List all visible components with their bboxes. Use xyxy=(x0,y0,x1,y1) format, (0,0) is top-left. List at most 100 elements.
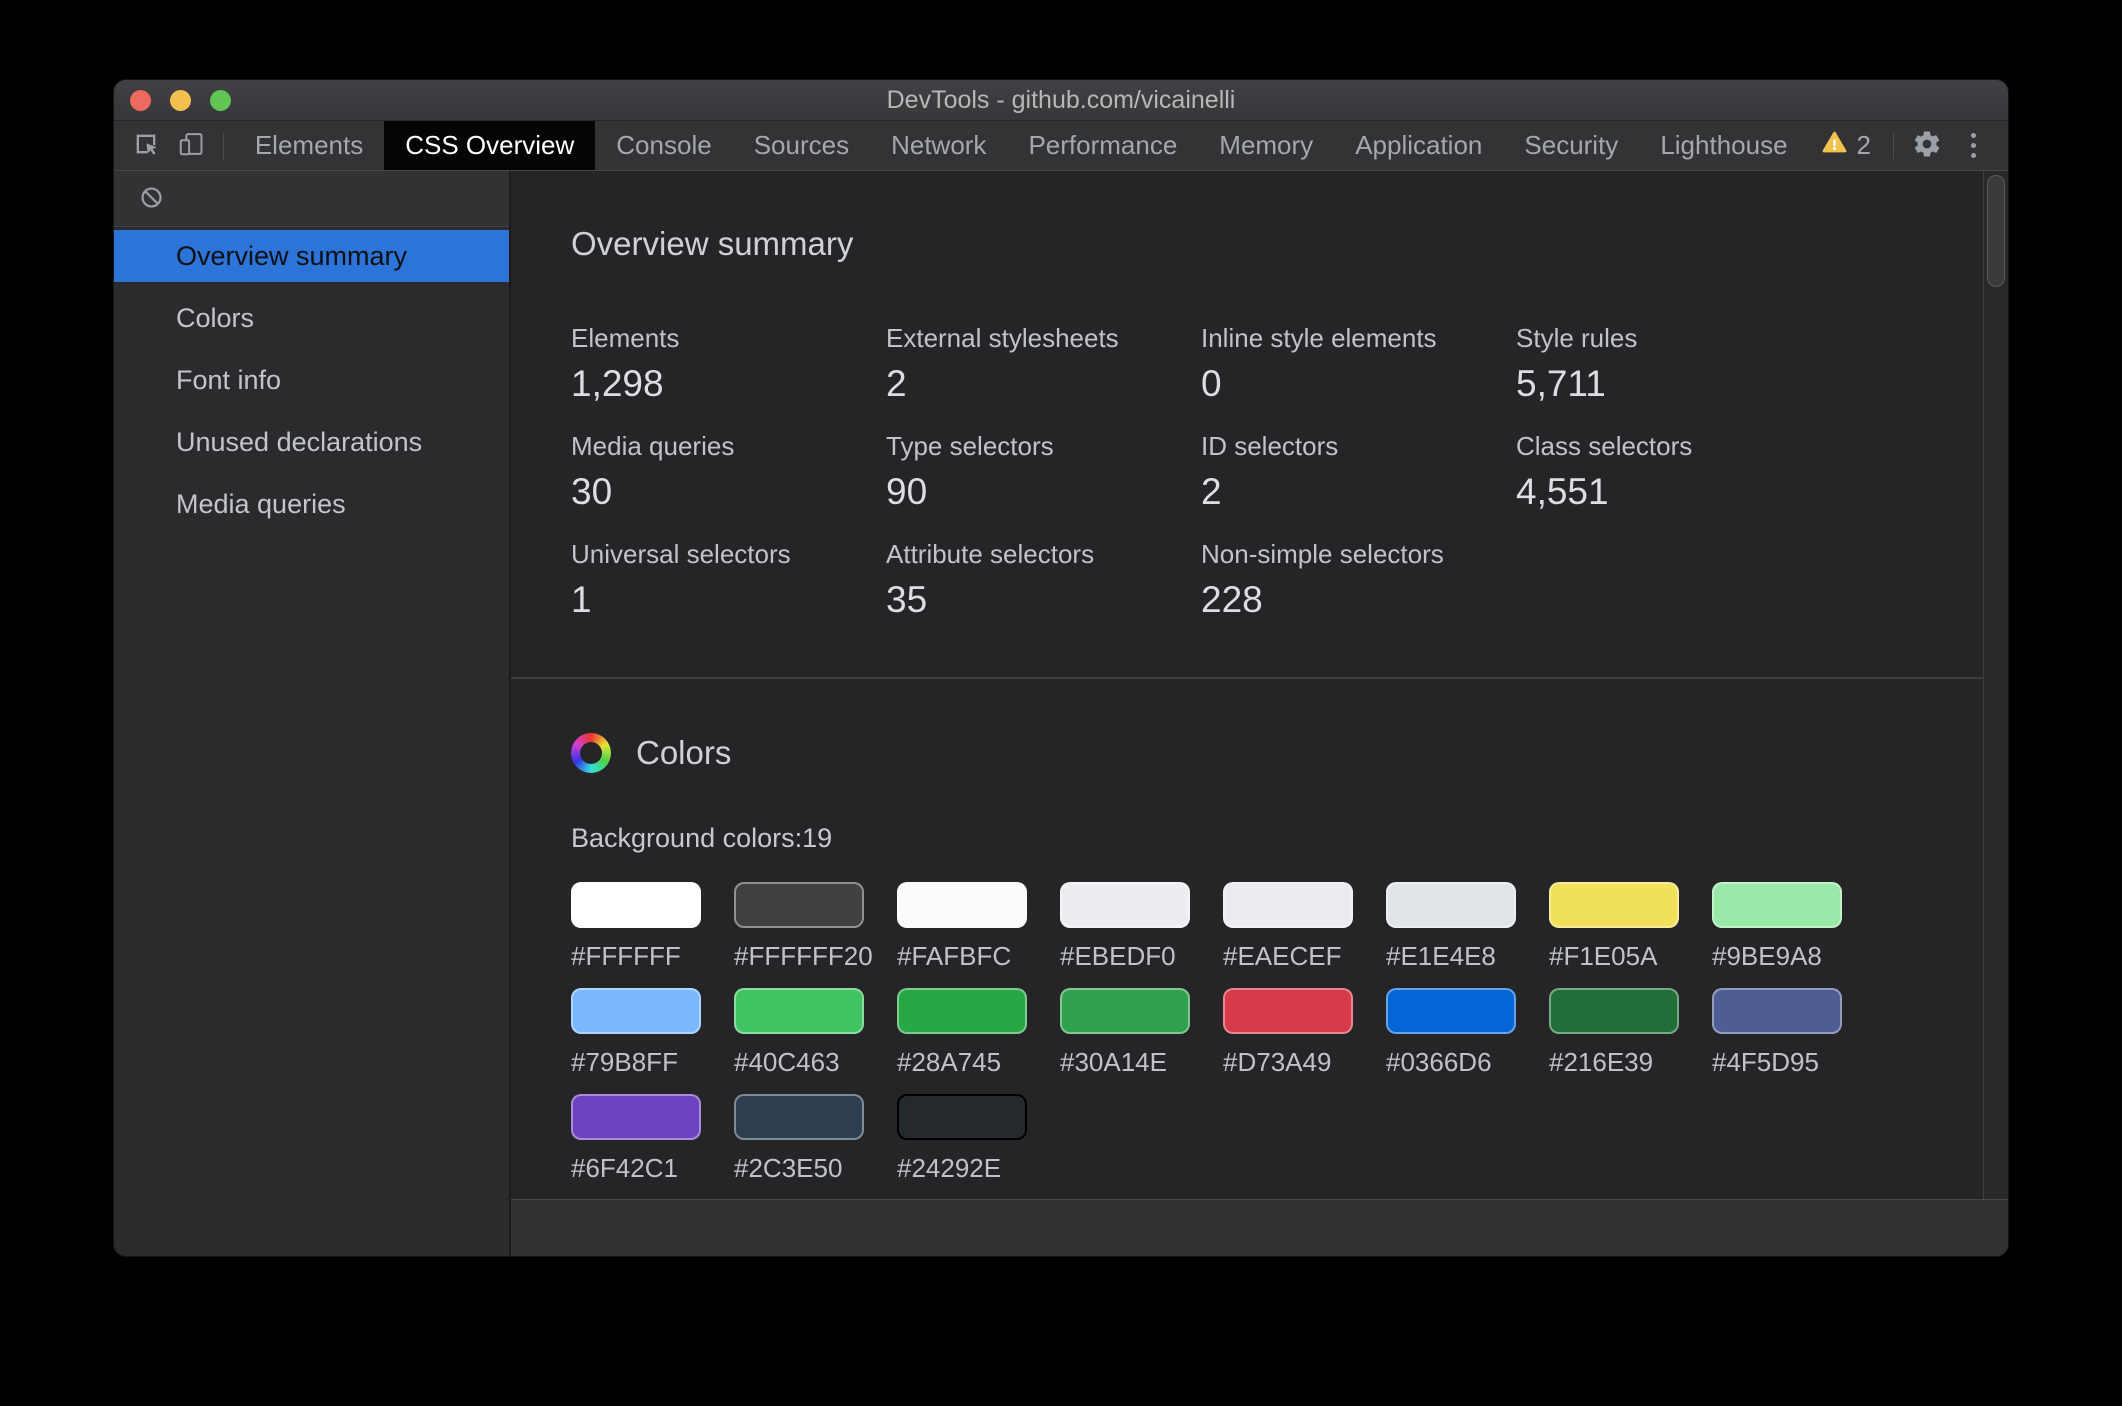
stat-item: Elements 1,298 xyxy=(571,323,886,405)
swatch-hex-label: #EAECEF xyxy=(1223,941,1353,972)
sidebar-item[interactable]: Overview summary xyxy=(114,230,509,282)
color-swatch[interactable] xyxy=(1060,988,1190,1034)
panel-tab[interactable]: Memory xyxy=(1198,121,1334,170)
stat-label: Non-simple selectors xyxy=(1201,539,1516,570)
issues-warning-button[interactable]: 2 xyxy=(1809,129,1883,163)
bottom-pane xyxy=(511,1199,2008,1257)
stat-value: 30 xyxy=(571,471,886,513)
stat-label: Style rules xyxy=(1516,323,1831,354)
close-button[interactable] xyxy=(130,90,151,111)
background-colors-grid: #FFFFFF #FFFFFF20 #FAFBFC xyxy=(571,882,1888,1184)
scrollbar-thumb[interactable] xyxy=(1987,175,2005,287)
stat-value: 35 xyxy=(886,579,1201,621)
swatch-hex-label: #0366D6 xyxy=(1386,1047,1516,1078)
color-swatch-cell: #FFFFFF20 xyxy=(734,882,864,972)
stat-item: Class selectors 4,551 xyxy=(1516,431,1831,513)
swatch-hex-label: #EBEDF0 xyxy=(1060,941,1190,972)
minimize-button[interactable] xyxy=(170,90,191,111)
overview-content: Overview summary Elements 1,298 External… xyxy=(511,171,2008,1257)
panel-tab[interactable]: CSS Overview xyxy=(384,121,595,170)
color-swatch[interactable] xyxy=(1549,882,1679,928)
color-swatch-cell: #28A745 xyxy=(897,988,1027,1078)
color-swatch-cell: #30A14E xyxy=(1060,988,1190,1078)
panel-tab[interactable]: Console xyxy=(595,121,732,170)
color-swatch-cell: #216E39 xyxy=(1549,988,1679,1078)
color-swatch[interactable] xyxy=(1060,882,1190,928)
stat-label: ID selectors xyxy=(1201,431,1516,462)
stat-item: External stylesheets 2 xyxy=(886,323,1201,405)
color-swatch[interactable] xyxy=(571,988,701,1034)
clear-overview-button[interactable] xyxy=(134,185,168,213)
settings-button[interactable] xyxy=(1904,129,1950,162)
color-swatch[interactable] xyxy=(571,882,701,928)
color-swatch-cell: #2C3E50 xyxy=(734,1094,864,1184)
titlebar: DevTools - github.com/vicainelli xyxy=(114,80,2008,121)
color-swatch[interactable] xyxy=(1712,882,1842,928)
panel-tab[interactable]: Elements xyxy=(234,121,384,170)
swatch-hex-label: #9BE9A8 xyxy=(1712,941,1842,972)
colors-section: Colors Background colors:19 #FFFFFF #FFF… xyxy=(511,679,2008,1184)
color-swatch-cell: #9BE9A8 xyxy=(1712,882,1842,972)
stat-value: 4,551 xyxy=(1516,471,1831,513)
color-swatch[interactable] xyxy=(734,882,864,928)
stat-item: Attribute selectors 35 xyxy=(886,539,1201,621)
stat-label: Universal selectors xyxy=(571,539,886,570)
color-swatch[interactable] xyxy=(571,1094,701,1140)
css-overview-sidebar: Overview summary Colors Font info Unused… xyxy=(114,171,511,1257)
stat-value: 0 xyxy=(1201,363,1516,405)
css-overview-panel: Overview summary Colors Font info Unused… xyxy=(114,171,2008,1257)
panel-tab[interactable]: Lighthouse xyxy=(1639,121,1808,170)
swatch-hex-label: #FAFBFC xyxy=(897,941,1027,972)
color-swatch[interactable] xyxy=(1223,988,1353,1034)
color-swatch-cell: #F1E05A xyxy=(1549,882,1679,972)
traffic-lights xyxy=(130,80,231,120)
device-toolbar-button[interactable] xyxy=(168,121,212,170)
swatch-hex-label: #F1E05A xyxy=(1549,941,1679,972)
sidebar-item[interactable]: Unused declarations xyxy=(114,416,509,468)
color-swatch-cell: #79B8FF xyxy=(571,988,701,1078)
panel-tab[interactable]: Security xyxy=(1503,121,1639,170)
color-swatch[interactable] xyxy=(897,1094,1027,1140)
zoom-button[interactable] xyxy=(210,90,231,111)
stat-label: Elements xyxy=(571,323,886,354)
color-swatch[interactable] xyxy=(897,988,1027,1034)
color-swatch[interactable] xyxy=(1549,988,1679,1034)
toolbar-divider xyxy=(1893,133,1894,159)
swatch-hex-label: #2C3E50 xyxy=(734,1153,864,1184)
panel-tab[interactable]: Application xyxy=(1334,121,1503,170)
panel-tab[interactable]: Sources xyxy=(733,121,870,170)
stat-value: 5,711 xyxy=(1516,363,1831,405)
stat-value: 1 xyxy=(571,579,886,621)
color-swatch[interactable] xyxy=(897,882,1027,928)
sidebar-item[interactable]: Font info xyxy=(114,354,509,406)
panel-tab[interactable]: Performance xyxy=(1007,121,1198,170)
warning-icon xyxy=(1821,129,1848,163)
swatch-hex-label: #24292E xyxy=(897,1153,1027,1184)
stat-label: Inline style elements xyxy=(1201,323,1516,354)
sidebar-item[interactable]: Media queries xyxy=(114,478,509,530)
summary-stats: Elements 1,298 External stylesheets 2 In… xyxy=(571,323,1888,621)
color-swatch[interactable] xyxy=(1223,882,1353,928)
more-options-button[interactable] xyxy=(1950,133,1996,158)
color-swatch[interactable] xyxy=(1712,988,1842,1034)
sidebar-item[interactable]: Colors xyxy=(114,292,509,344)
color-swatch[interactable] xyxy=(734,988,864,1034)
swatch-hex-label: #6F42C1 xyxy=(571,1153,701,1184)
colors-header: Colors xyxy=(571,733,1888,773)
block-icon xyxy=(139,185,164,213)
inspect-element-button[interactable] xyxy=(124,121,168,170)
color-swatch[interactable] xyxy=(734,1094,864,1140)
toolbar-right: 2 xyxy=(1809,121,2008,170)
color-swatch-cell: #24292E xyxy=(897,1094,1027,1184)
color-swatch-cell: #D73A49 xyxy=(1223,988,1353,1078)
vertical-scrollbar[interactable] xyxy=(1983,171,2008,1199)
colors-heading: Colors xyxy=(636,734,731,772)
stat-value: 90 xyxy=(886,471,1201,513)
color-swatch[interactable] xyxy=(1386,882,1516,928)
stat-label: Attribute selectors xyxy=(886,539,1201,570)
color-swatch[interactable] xyxy=(1386,988,1516,1034)
warning-count: 2 xyxy=(1857,130,1871,161)
panel-tab[interactable]: Network xyxy=(870,121,1007,170)
kebab-menu-icon xyxy=(1971,133,1976,158)
color-swatch-cell: #E1E4E8 xyxy=(1386,882,1516,972)
